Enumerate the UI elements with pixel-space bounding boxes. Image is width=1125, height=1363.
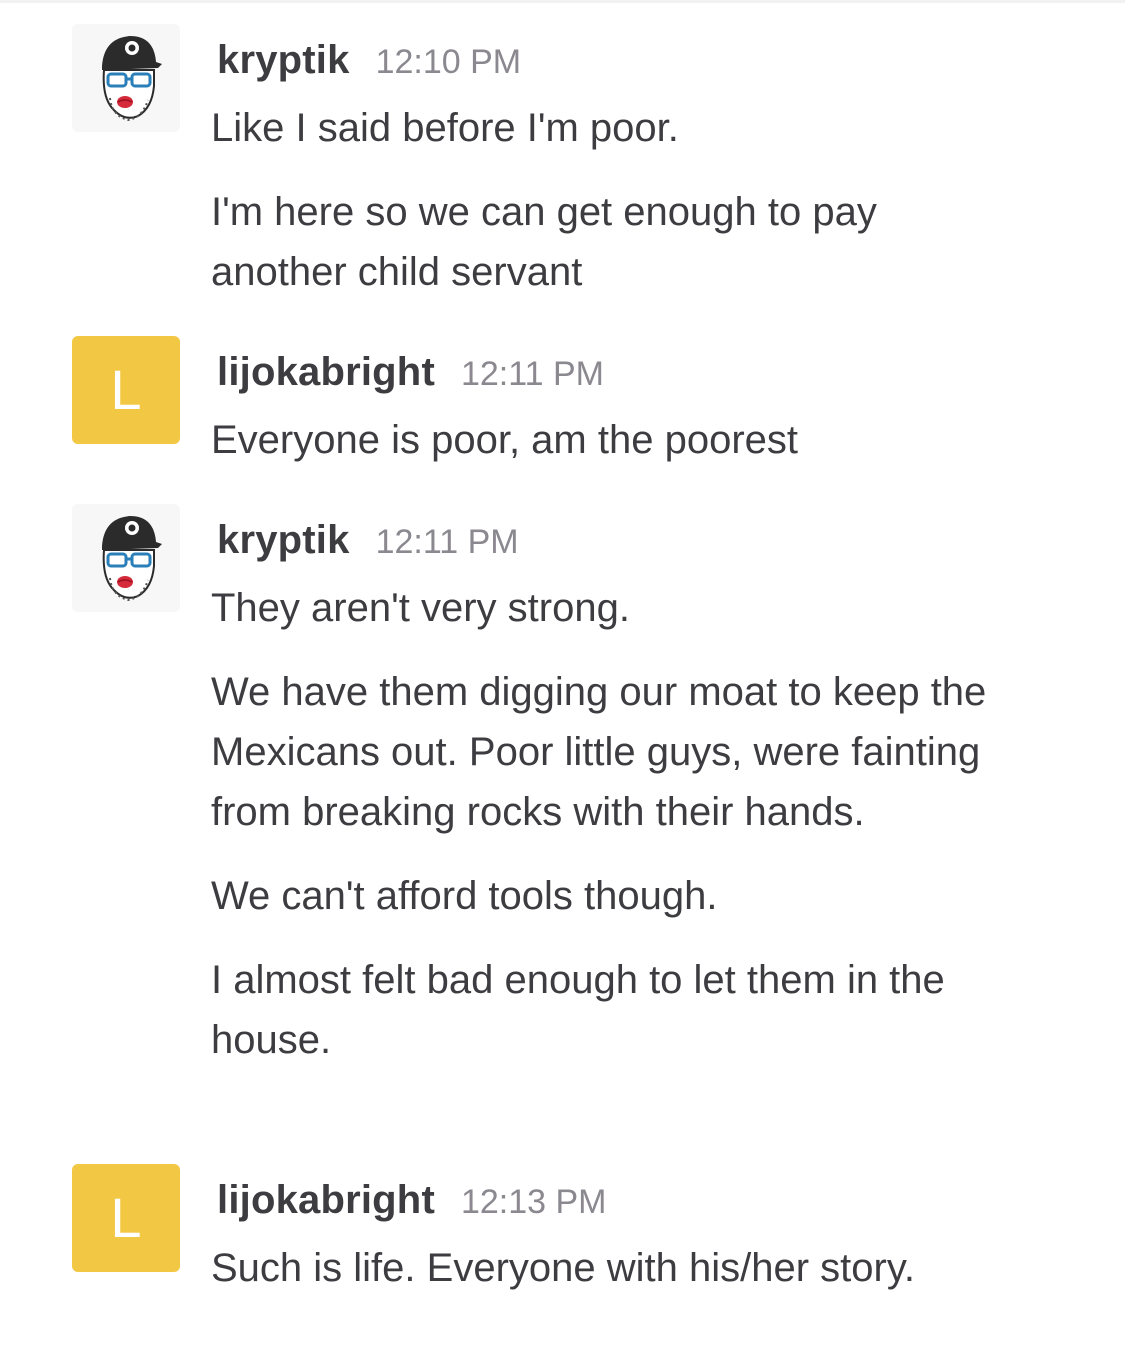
username[interactable]: lijokabright <box>217 1178 435 1222</box>
timestamp[interactable]: 12:13 PM <box>461 1183 607 1221</box>
message-text: Like I said before I'm poor. <box>211 106 679 150</box>
timestamp[interactable]: 12:10 PM <box>376 43 522 81</box>
message-body: They aren't very strong. We have them di… <box>211 578 991 1094</box>
avatar-letter: L <box>110 1186 142 1249</box>
message-header: kryptik 12:10 PM <box>217 38 521 88</box>
bearded-man-cap-avatar-icon <box>72 504 180 612</box>
message-header: kryptik 12:11 PM <box>217 518 519 568</box>
timestamp[interactable]: 12:11 PM <box>461 355 604 393</box>
timestamp[interactable]: 12:11 PM <box>376 523 519 561</box>
message-text: We can't afford tools though. <box>211 874 718 918</box>
user-avatar[interactable]: L <box>72 1164 180 1272</box>
message-header: lijokabright 12:11 PM <box>217 350 604 400</box>
message-body: Such is life. Everyone with his/her stor… <box>211 1238 991 1322</box>
user-avatar[interactable] <box>72 504 180 612</box>
avatar-letter: L <box>110 358 142 421</box>
bearded-man-cap-avatar-icon <box>72 24 180 132</box>
user-avatar[interactable] <box>72 24 180 132</box>
username[interactable]: kryptik <box>217 38 350 82</box>
message-text: They aren't very strong. <box>211 586 630 630</box>
message-text: Everyone is poor, am the poorest <box>211 418 798 462</box>
message-body: Like I said before I'm poor. I'm here so… <box>211 98 991 326</box>
message-text: Such is life. Everyone with his/her stor… <box>211 1246 915 1290</box>
username[interactable]: lijokabright <box>217 350 435 394</box>
username[interactable]: kryptik <box>217 518 350 562</box>
message-header: lijokabright 12:13 PM <box>217 1178 607 1228</box>
top-divider <box>0 0 1125 3</box>
message-text: I almost felt bad enough to let them in … <box>211 958 945 1062</box>
user-avatar[interactable]: L <box>72 336 180 444</box>
message-body: Everyone is poor, am the poorest <box>211 410 991 494</box>
message-text: We have them digging our moat to keep th… <box>211 670 987 834</box>
message-text: I'm here so we can get enough to pay ano… <box>211 190 877 294</box>
